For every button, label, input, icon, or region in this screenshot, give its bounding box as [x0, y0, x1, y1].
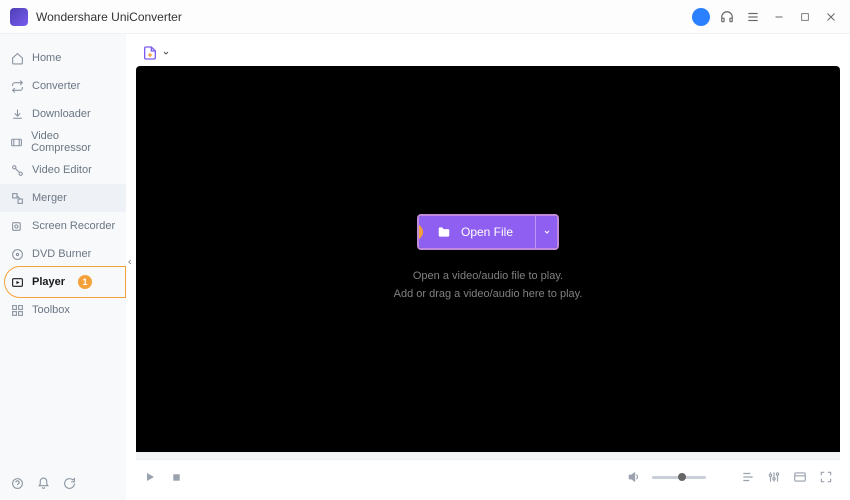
recorder-icon	[10, 219, 24, 233]
downloader-icon	[10, 107, 24, 121]
toolbar	[136, 40, 840, 66]
sidebar-item-player[interactable]: Player 1	[0, 268, 126, 296]
open-file-button[interactable]: Open File	[419, 216, 535, 248]
sidebar-item-recorder[interactable]: Screen Recorder	[0, 212, 126, 240]
fullscreen-button[interactable]	[818, 469, 834, 485]
minimize-button[interactable]	[770, 8, 788, 26]
snapshot-button[interactable]	[792, 469, 808, 485]
feedback-icon[interactable]	[62, 476, 76, 490]
sidebar-item-home[interactable]: Home	[0, 44, 126, 72]
sidebar-bottom	[0, 466, 126, 500]
bell-icon[interactable]	[36, 476, 50, 490]
chevron-down-icon	[162, 49, 170, 57]
user-avatar[interactable]	[692, 8, 710, 26]
play-button[interactable]	[142, 469, 158, 485]
sidebar-item-label: Screen Recorder	[32, 220, 115, 232]
add-file-button[interactable]	[142, 45, 170, 61]
app-title: Wondershare UniConverter	[36, 10, 182, 24]
sidebar-item-merger[interactable]: Merger	[0, 184, 126, 212]
settings-button[interactable]	[766, 469, 782, 485]
file-add-icon	[142, 45, 158, 61]
playback-controls	[136, 460, 840, 494]
headphones-icon[interactable]	[718, 8, 736, 26]
player-hint: Open a video/audio file to play. Add or …	[394, 268, 583, 303]
seek-bar[interactable]	[136, 452, 840, 460]
player-icon	[10, 275, 24, 289]
chevron-down-icon	[543, 228, 551, 236]
editor-icon	[10, 163, 24, 177]
sidebar-item-editor[interactable]: Video Editor	[0, 156, 126, 184]
sidebar-item-label: Toolbox	[32, 304, 70, 316]
sidebar-item-converter[interactable]: Converter	[0, 72, 126, 100]
sidebar-item-dvd[interactable]: DVD Burner	[0, 240, 126, 268]
volume-slider[interactable]	[652, 476, 706, 479]
sidebar-item-label: Video Editor	[32, 164, 92, 176]
home-icon	[10, 51, 24, 65]
open-file-label: Open File	[461, 225, 513, 239]
body: Home Converter Downloader Video Compress…	[0, 34, 850, 500]
subtitle-button[interactable]	[740, 469, 756, 485]
dvd-icon	[10, 247, 24, 261]
help-icon[interactable]	[10, 476, 24, 490]
volume-icon[interactable]	[626, 469, 642, 485]
folder-icon	[437, 225, 451, 239]
sidebar-item-label: Converter	[32, 80, 80, 92]
maximize-button[interactable]	[796, 8, 814, 26]
sidebar-item-label: Downloader	[32, 108, 91, 120]
main: 2 Open File Open a video/audio file to p…	[126, 34, 850, 500]
hint-line-2: Add or drag a video/audio here to play.	[394, 286, 583, 304]
app-window: Wondershare UniConverter Home Converter …	[0, 0, 850, 500]
player-area[interactable]: 2 Open File Open a video/audio file to p…	[136, 66, 840, 452]
open-file-group: 2 Open File	[417, 214, 559, 250]
close-button[interactable]	[822, 8, 840, 26]
compressor-icon	[10, 135, 23, 149]
sidebar-item-toolbox[interactable]: Toolbox	[0, 296, 126, 324]
sidebar-item-downloader[interactable]: Downloader	[0, 100, 126, 128]
toolbox-icon	[10, 303, 24, 317]
sidebar-item-label: Merger	[32, 192, 67, 204]
converter-icon	[10, 79, 24, 93]
app-logo	[10, 8, 28, 26]
titlebar: Wondershare UniConverter	[0, 0, 850, 34]
sidebar-item-label: Player	[32, 276, 65, 288]
sidebar-item-label: Video Compressor	[31, 130, 116, 154]
merger-icon	[10, 191, 24, 205]
open-file-dropdown[interactable]	[535, 216, 557, 248]
sidebar-item-label: Home	[32, 52, 61, 64]
callout-badge-1: 1	[78, 275, 92, 289]
menu-icon[interactable]	[744, 8, 762, 26]
sidebar-item-compressor[interactable]: Video Compressor	[0, 128, 126, 156]
stop-button[interactable]	[168, 469, 184, 485]
hint-line-1: Open a video/audio file to play.	[394, 268, 583, 286]
sidebar: Home Converter Downloader Video Compress…	[0, 34, 126, 500]
sidebar-item-label: DVD Burner	[32, 248, 91, 260]
